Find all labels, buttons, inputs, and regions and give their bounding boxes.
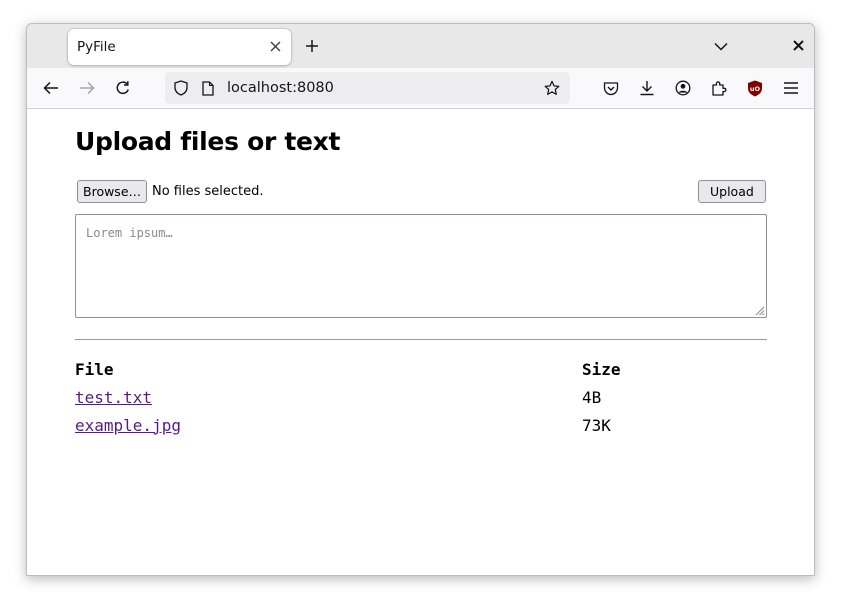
text-input[interactable]: [75, 214, 767, 318]
back-arrow-icon[interactable]: [42, 79, 60, 97]
account-icon[interactable]: [674, 79, 692, 97]
download-icon[interactable]: [638, 79, 656, 97]
resize-grip-icon[interactable]: [754, 305, 765, 316]
file-cell: example.jpg: [75, 411, 582, 439]
navigation-bar: localhost:8080 uO: [27, 68, 814, 109]
file-link[interactable]: test.txt: [75, 388, 152, 407]
page-icon[interactable]: [200, 80, 216, 96]
page-title: Upload files or text: [75, 127, 341, 156]
tab-title: PyFile: [77, 39, 116, 55]
svg-text:uO: uO: [750, 85, 761, 93]
browser-window: PyFile localhost:8080 uO Upload files or…: [26, 23, 815, 576]
url-bar[interactable]: localhost:8080: [165, 72, 570, 104]
hamburger-menu-icon[interactable]: [782, 79, 800, 97]
size-cell: 73K: [582, 415, 611, 435]
file-cell: test.txt: [75, 383, 582, 411]
file-status-label: No files selected.: [152, 184, 264, 199]
file-link[interactable]: example.jpg: [75, 416, 181, 435]
plus-icon[interactable]: [303, 37, 321, 55]
browse-button[interactable]: Browse…: [77, 180, 148, 203]
size-cell: 4B: [582, 387, 602, 407]
close-icon[interactable]: [791, 38, 805, 52]
page-content: Upload files or text Browse… No files se…: [27, 109, 814, 575]
table-row: test.txt 4B: [75, 383, 767, 411]
table-header-row: File Size: [75, 355, 767, 383]
tab-strip: PyFile: [27, 24, 814, 68]
table-row: example.jpg 73K: [75, 411, 767, 439]
chevron-down-icon[interactable]: [713, 38, 729, 54]
forward-arrow-icon[interactable]: [78, 79, 96, 97]
star-icon[interactable]: [544, 80, 560, 96]
url-text[interactable]: localhost:8080: [227, 80, 334, 96]
column-header-file: File: [75, 359, 114, 379]
pocket-icon[interactable]: [602, 79, 620, 97]
shield-icon[interactable]: [173, 80, 189, 96]
reload-icon[interactable]: [114, 79, 132, 97]
puzzle-icon[interactable]: [710, 79, 728, 97]
ublock-icon[interactable]: uO: [746, 79, 764, 97]
file-table: File Size test.txt 4B example.jpg 73K: [75, 355, 767, 439]
divider: [75, 339, 767, 340]
close-icon[interactable]: [268, 39, 282, 53]
tab-pyfile[interactable]: PyFile: [68, 29, 291, 65]
upload-button[interactable]: Upload: [698, 180, 766, 203]
column-header-size: Size: [582, 359, 621, 379]
